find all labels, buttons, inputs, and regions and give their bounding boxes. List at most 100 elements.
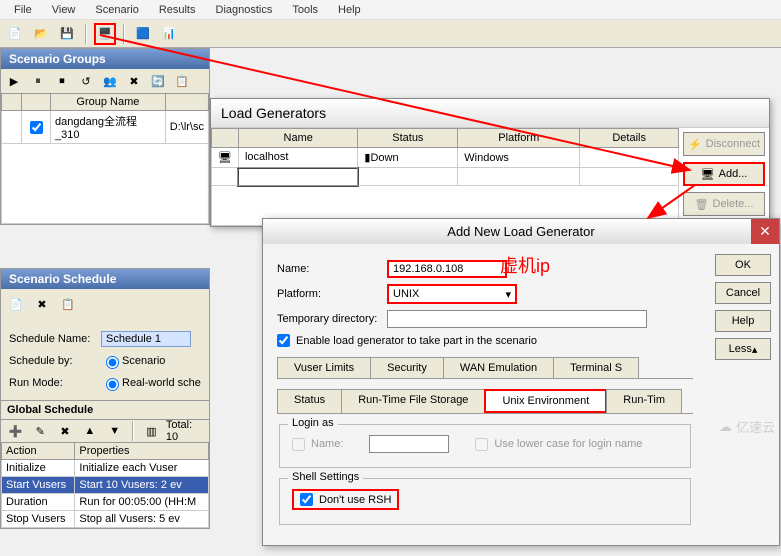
group-row[interactable]: dangdang全流程_310 D:\lr\sc <box>2 111 209 144</box>
menu-tools[interactable]: Tools <box>282 2 328 18</box>
login-as-legend: Login as <box>288 417 338 429</box>
tab-wan-emulation[interactable]: WAN Emulation <box>443 357 554 378</box>
reset-icon[interactable]: ↺ <box>75 70 97 92</box>
col-action: Action <box>2 443 75 460</box>
lg-col-name: Name <box>238 129 357 148</box>
schedule-by-value: Scenario <box>122 355 165 367</box>
gs-split-icon[interactable]: ▥ <box>141 420 162 442</box>
chevron-up-icon: ▴ <box>752 343 758 356</box>
menu-view[interactable]: View <box>42 2 86 18</box>
stop-icon[interactable]: ⏹ <box>51 70 73 92</box>
ok-button[interactable]: OK <box>715 254 771 276</box>
global-schedule-panel: Global Schedule ➕ ✎ ✖ ▲ ▼ ▥ Total: 10 Ac… <box>0 400 210 529</box>
name-label: Name: <box>277 263 387 275</box>
enable-checkbox[interactable] <box>277 334 290 347</box>
load-generators-icon[interactable]: 🖥️ <box>94 23 116 45</box>
tempdir-input[interactable] <box>387 310 647 328</box>
refresh-icon[interactable]: 🔄 <box>147 70 169 92</box>
schedule-by-label: Schedule by: <box>9 355 101 367</box>
menu-file[interactable]: File <box>4 2 42 18</box>
shell-settings-legend: Shell Settings <box>288 471 363 483</box>
enable-label: Enable load generator to take part in th… <box>296 335 537 347</box>
tab-runtime[interactable]: Run-Tim <box>606 389 682 413</box>
tool-icon-2[interactable]: 📊 <box>158 23 180 45</box>
login-name-checkbox <box>292 438 305 451</box>
help-button[interactable]: Help <box>715 310 771 332</box>
menu-scenario[interactable]: Scenario <box>85 2 148 18</box>
run-mode-label: Run Mode: <box>9 377 101 389</box>
gs-up-icon[interactable]: ▲ <box>79 420 100 442</box>
menu-results[interactable]: Results <box>149 2 206 18</box>
run-mode-radio[interactable] <box>106 378 119 391</box>
login-as-group: Login as Name:Use lower case for login n… <box>279 424 691 468</box>
save-icon[interactable]: 💾 <box>56 23 78 45</box>
gs-del-icon[interactable]: ✖ <box>55 420 76 442</box>
gs-add-icon[interactable]: ➕ <box>5 420 26 442</box>
platform-select[interactable]: UNIX▾ <box>387 284 517 304</box>
main-toolbar: 📄 📂 💾 🖥️ 🟦 📊 <box>0 20 781 48</box>
gs-row[interactable]: DurationRun for 00:05:00 (HH:M <box>2 494 209 511</box>
tab-vuser-limits[interactable]: Vuser Limits <box>277 357 371 378</box>
global-schedule-table: ActionProperties InitializeInitialize ea… <box>1 442 209 528</box>
menu-diagnostics[interactable]: Diagnostics <box>206 2 283 18</box>
name-input[interactable] <box>387 260 507 278</box>
lg-col-details: Details <box>580 129 679 148</box>
add-button[interactable]: 🖥Add... <box>683 162 765 186</box>
new-icon[interactable]: 📄 <box>4 23 26 45</box>
disconnect-icon: ⚡ <box>688 138 702 151</box>
lowercase-label: Use lower case for login name <box>494 438 642 450</box>
gs-row[interactable]: InitializeInitialize each Vuser <box>2 460 209 477</box>
scenario-groups-toolbar: ▶ ⏸ ⏹ ↺ 👥 ✖ 🔄 📋 <box>1 69 209 93</box>
load-generators-window: Load Generators NameStatusPlatformDetail… <box>210 98 770 227</box>
tab-row-bottom: Status Run-Time File Storage Unix Enviro… <box>277 387 693 414</box>
cloud-icon: ☁ <box>719 419 732 435</box>
shell-settings-group: Shell Settings Don't use RSH <box>279 478 691 525</box>
sched-del-icon[interactable]: ✖ <box>31 293 53 315</box>
tab-status[interactable]: Status <box>277 389 342 413</box>
menu-bar: File View Scenario Results Diagnostics T… <box>0 0 781 20</box>
run-mode-value: Real-world sche <box>122 377 201 389</box>
gs-row[interactable]: Stop VusersStop all Vusers: 5 ev <box>2 511 209 528</box>
scenario-schedule-title: Scenario Schedule <box>1 269 209 289</box>
vusers-icon[interactable]: 👥 <box>99 70 121 92</box>
login-name-label: Name: <box>311 438 343 450</box>
tab-terminal[interactable]: Terminal S <box>553 357 639 378</box>
schedule-by-radio[interactable] <box>106 356 119 369</box>
sched-copy-icon[interactable]: 📋 <box>57 293 79 315</box>
lowercase-checkbox <box>475 438 488 451</box>
remove-icon[interactable]: ✖ <box>123 70 145 92</box>
scenario-schedule-panel: Scenario Schedule 📄 ✖ 📋 Schedule Name:Sc… <box>0 268 210 404</box>
sched-new-icon[interactable]: 📄 <box>5 293 27 315</box>
menu-help[interactable]: Help <box>328 2 371 18</box>
less-button[interactable]: Less ▴ <box>715 338 771 360</box>
tab-runtime-storage[interactable]: Run-Time File Storage <box>341 389 485 413</box>
schedule-name-label: Schedule Name: <box>9 333 101 345</box>
tab-unix-environment[interactable]: Unix Environment <box>484 389 607 413</box>
platform-label: Platform: <box>277 288 387 300</box>
cancel-button[interactable]: Cancel <box>715 282 771 304</box>
tab-row-top: Vuser Limits Security WAN Emulation Term… <box>277 355 693 379</box>
open-icon[interactable]: 📂 <box>30 23 52 45</box>
schedule-name-input[interactable]: Schedule 1 <box>101 331 191 347</box>
close-button[interactable]: ✕ <box>751 219 779 244</box>
annotation-label: 虚机ip <box>500 252 550 278</box>
play-icon[interactable]: ▶ <box>3 70 25 92</box>
group-path-cell: D:\lr\sc <box>165 111 208 144</box>
lg-row[interactable]: 🖥localhost▮DownWindows <box>212 148 679 168</box>
group-checkbox[interactable] <box>30 121 43 134</box>
col-properties: Properties <box>75 443 209 460</box>
dont-use-rsh-checkbox[interactable] <box>300 493 313 506</box>
pause-icon[interactable]: ⏸ <box>27 70 49 92</box>
lg-col-status: Status <box>358 129 458 148</box>
gs-edit-icon[interactable]: ✎ <box>30 420 51 442</box>
tool-icon-1[interactable]: 🟦 <box>132 23 154 45</box>
watermark: ☁亿速云 <box>719 417 775 436</box>
col-group-name: Group Name <box>51 94 166 111</box>
add-generator-title: Add New Load Generator✕ <box>263 219 779 244</box>
delete-button: 🗑Delete... <box>683 192 765 216</box>
gs-down-icon[interactable]: ▼ <box>104 420 125 442</box>
detail-icon[interactable]: 📋 <box>171 70 193 92</box>
gs-row[interactable]: Start VusersStart 10 Vusers: 2 ev <box>2 477 209 494</box>
global-schedule-title: Global Schedule <box>1 401 209 420</box>
tab-security[interactable]: Security <box>370 357 444 378</box>
